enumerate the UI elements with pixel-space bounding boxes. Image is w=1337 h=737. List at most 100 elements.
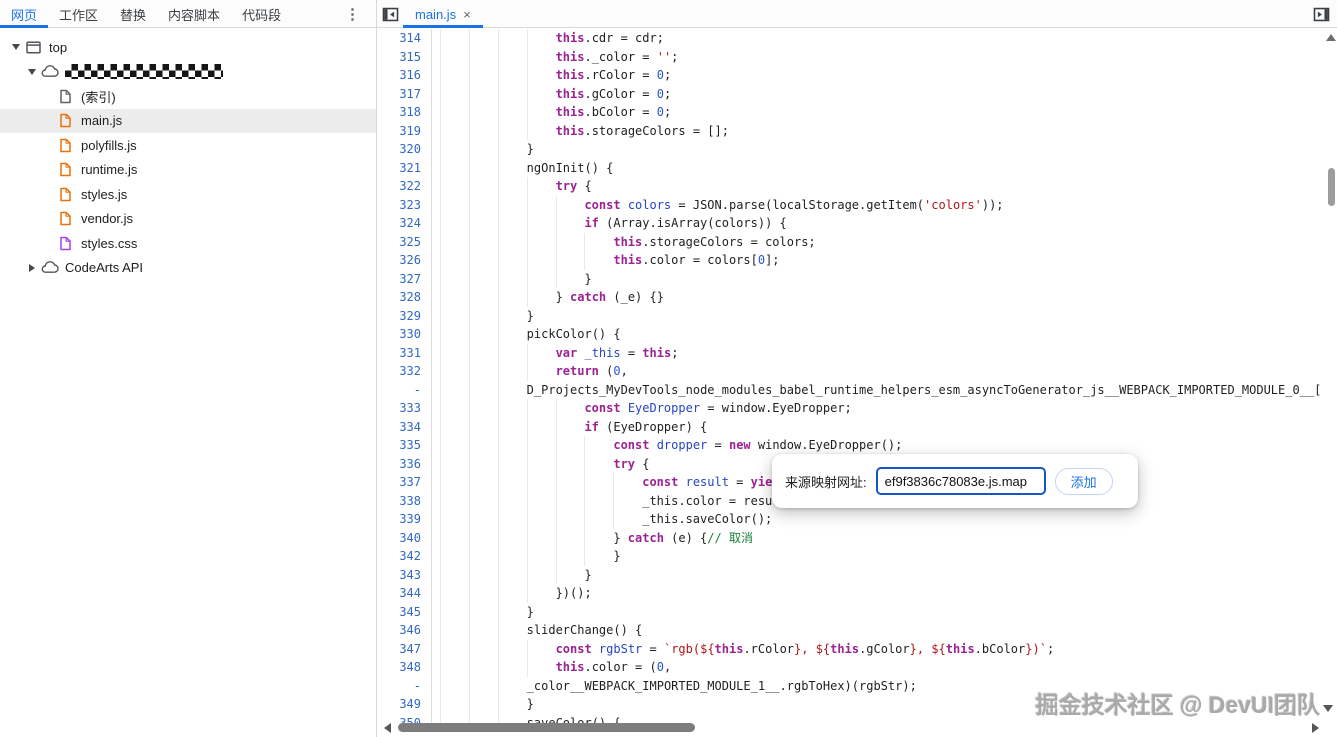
line-number[interactable]: 314: [377, 29, 432, 48]
line-number[interactable]: 315: [377, 47, 432, 66]
line-number[interactable]: 321: [377, 158, 432, 177]
collapse-left-panel-icon[interactable]: [377, 0, 403, 28]
code-line-316[interactable]: 316 this.rColor = 0;: [377, 66, 1337, 85]
code-line-342[interactable]: 342}: [377, 547, 1337, 566]
source-map-url-input[interactable]: [875, 467, 1046, 495]
tab-main-js[interactable]: main.js ×: [403, 0, 483, 28]
code-line-344[interactable]: 344})();: [377, 584, 1337, 603]
line-number[interactable]: 344: [377, 584, 432, 603]
line-number[interactable]: 349: [377, 695, 432, 714]
close-tab-icon[interactable]: ×: [463, 7, 471, 22]
code-line-348[interactable]: 348 this.color = (0,: [377, 658, 1337, 677]
sidebar-tab-snippets[interactable]: 代码段: [231, 0, 292, 28]
scroll-down-icon[interactable]: [1323, 705, 1333, 712]
code-line-340[interactable]: 340} catch (e) {// 取消: [377, 528, 1337, 547]
line-number[interactable]: 343: [377, 565, 432, 584]
chevron-down-icon[interactable]: [24, 68, 40, 75]
sidebar-tab-page[interactable]: 网页: [0, 0, 49, 28]
scroll-right-icon[interactable]: [1312, 723, 1319, 733]
tree-item-file-styles-js[interactable]: styles.js: [0, 182, 376, 207]
sidebar-tab-overrides[interactable]: 替换: [109, 0, 157, 28]
line-number[interactable]: 319: [377, 121, 432, 140]
code-line-330[interactable]: 330 pickColor() {: [377, 325, 1337, 344]
code-line-347[interactable]: 347 const rgbStr = `rgb(${this.rColor}, $…: [377, 639, 1337, 658]
code-line-320[interactable]: 320}: [377, 140, 1337, 159]
code-line-333[interactable]: 333 const EyeDropper = window.EyeDropper;: [377, 399, 1337, 418]
line-number[interactable]: 338: [377, 491, 432, 510]
tree-item-file-index[interactable]: (索引): [0, 84, 376, 109]
line-number[interactable]: 346: [377, 621, 432, 640]
line-number[interactable]: 333: [377, 399, 432, 418]
line-number[interactable]: 347: [377, 639, 432, 658]
code-line-323[interactable]: 323 const colors = JSON.parse(localStorag…: [377, 195, 1337, 214]
line-number[interactable]: 326: [377, 251, 432, 270]
line-number[interactable]: 325: [377, 232, 432, 251]
tree-item-file-main-js[interactable]: main.js: [0, 108, 376, 133]
line-number[interactable]: 342: [377, 547, 432, 566]
code-line-345[interactable]: 345}: [377, 602, 1337, 621]
tree-item-file-polyfills-js[interactable]: polyfills.js: [0, 133, 376, 158]
line-number[interactable]: -: [377, 380, 432, 399]
line-number[interactable]: 327: [377, 269, 432, 288]
code-line-339[interactable]: 339 _this.saveColor();: [377, 510, 1337, 529]
code-line-332[interactable]: 332 return (0,: [377, 362, 1337, 381]
vertical-scroll-thumb[interactable]: [1328, 168, 1335, 206]
code-line-322[interactable]: 322 try {: [377, 177, 1337, 196]
horizontal-scroll-thumb[interactable]: [398, 723, 695, 732]
line-number[interactable]: 335: [377, 436, 432, 455]
tree-item-frame-top[interactable]: top: [0, 35, 376, 60]
code-line-346[interactable]: 346 sliderChange() {: [377, 621, 1337, 640]
code-line-326[interactable]: 326 this.color = colors[0];: [377, 251, 1337, 270]
line-number[interactable]: 328: [377, 288, 432, 307]
tree-item-file-styles-css[interactable]: styles.css: [0, 231, 376, 256]
line-number[interactable]: 336: [377, 454, 432, 473]
scroll-up-icon[interactable]: [1326, 34, 1336, 41]
code-line-335[interactable]: 335 const dropper = new window.EyeDropper…: [377, 436, 1337, 455]
line-number[interactable]: 320: [377, 140, 432, 159]
more-options-button[interactable]: ⋮: [339, 0, 366, 27]
line-number[interactable]: 340: [377, 528, 432, 547]
code-line-318[interactable]: 318 this.bColor = 0;: [377, 103, 1337, 122]
line-number[interactable]: 324: [377, 214, 432, 233]
tree-item-file-runtime-js[interactable]: runtime.js: [0, 158, 376, 183]
line-number[interactable]: 317: [377, 84, 432, 103]
scroll-left-icon[interactable]: [384, 723, 391, 733]
line-number[interactable]: 331: [377, 343, 432, 362]
tree-item-codearts-api[interactable]: CodeArts API: [0, 256, 376, 281]
line-number[interactable]: 329: [377, 306, 432, 325]
line-number[interactable]: -: [377, 676, 432, 695]
code-line-317[interactable]: 317 this.gColor = 0;: [377, 84, 1337, 103]
line-number[interactable]: 332: [377, 362, 432, 381]
show-right-panel-icon[interactable]: [1308, 0, 1334, 28]
line-number[interactable]: 330: [377, 325, 432, 344]
code-line-328[interactable]: 328} catch (_e) {}: [377, 288, 1337, 307]
line-number[interactable]: 334: [377, 417, 432, 436]
code-line--[interactable]: - D_Projects_MyDevTools_node_modules_babe…: [377, 380, 1337, 399]
line-number[interactable]: 337: [377, 473, 432, 492]
line-number[interactable]: 318: [377, 103, 432, 122]
code-line-334[interactable]: 334 if (EyeDropper) {: [377, 417, 1337, 436]
line-number[interactable]: 323: [377, 195, 432, 214]
code-line-343[interactable]: 343}: [377, 565, 1337, 584]
tree-item-file-vendor-js[interactable]: vendor.js: [0, 207, 376, 232]
line-number[interactable]: 339: [377, 510, 432, 529]
code-line-319[interactable]: 319 this.storageColors = [];: [377, 121, 1337, 140]
line-number[interactable]: 345: [377, 602, 432, 621]
tree-item-domain-redacted[interactable]: [0, 60, 376, 85]
sidebar-tab-content-scripts[interactable]: 内容脚本: [157, 0, 231, 28]
code-line-325[interactable]: 325 this.storageColors = colors;: [377, 232, 1337, 251]
code-editor[interactable]: 314 this.cdr = cdr; 315 this._color = ''; 31…: [377, 29, 1337, 737]
add-source-map-button[interactable]: 添加: [1054, 467, 1113, 495]
line-number[interactable]: 322: [377, 177, 432, 196]
code-line-314[interactable]: 314 this.cdr = cdr;: [377, 29, 1337, 48]
line-number[interactable]: 316: [377, 66, 432, 85]
code-line-327[interactable]: 327}: [377, 269, 1337, 288]
chevron-right-icon[interactable]: [24, 263, 40, 272]
code-line-321[interactable]: 321 ngOnInit() {: [377, 158, 1337, 177]
line-number[interactable]: 348: [377, 658, 432, 677]
code-line-324[interactable]: 324 if (Array.isArray(colors)) {: [377, 214, 1337, 233]
code-line-329[interactable]: 329}: [377, 306, 1337, 325]
code-line-331[interactable]: 331 var _this = this;: [377, 343, 1337, 362]
chevron-down-icon[interactable]: [8, 44, 24, 51]
code-line-315[interactable]: 315 this._color = '';: [377, 47, 1337, 66]
